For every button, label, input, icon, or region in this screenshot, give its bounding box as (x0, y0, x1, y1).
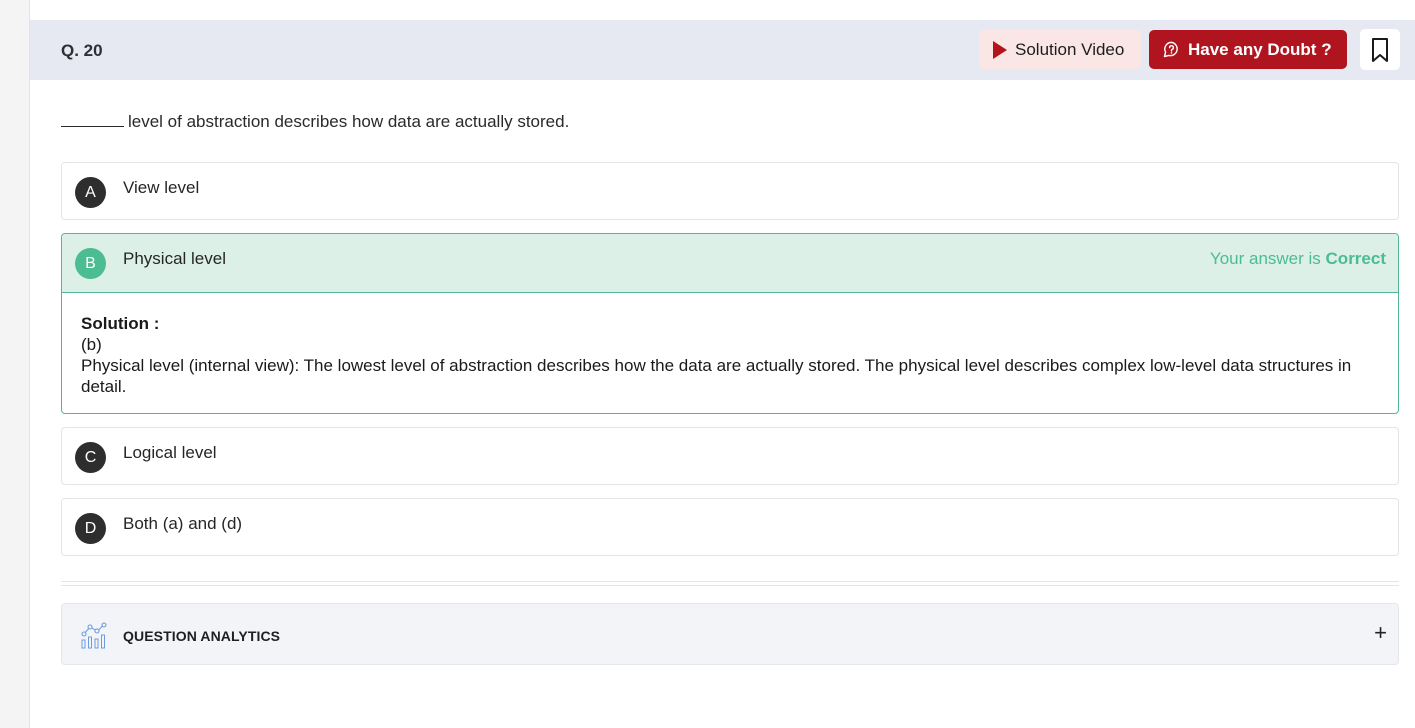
top-strip (30, 0, 1415, 21)
option-text: Physical level (123, 249, 226, 268)
option-d[interactable]: D Both (a) and (d) (61, 498, 1399, 556)
question-text: level of abstraction describes how data … (61, 112, 569, 132)
option-letter-badge: A (75, 177, 106, 208)
bookmark-icon (1372, 37, 1388, 62)
fill-blank-line (61, 125, 124, 127)
option-letter-badge: B (75, 248, 106, 279)
solution-video-label: Solution Video (1015, 39, 1125, 59)
answer-result-prefix: Your answer is (1209, 249, 1321, 268)
option-b-header: B Physical level Your answer is Correct (62, 234, 1398, 293)
bookmark-button[interactable] (1360, 29, 1400, 70)
answer-result-status: Correct (1325, 249, 1386, 268)
question-statement: level of abstraction describes how data … (128, 112, 570, 131)
option-text: View level (123, 178, 200, 197)
question-number: Q. 20 (61, 41, 103, 60)
option-c[interactable]: C Logical level (61, 427, 1399, 485)
option-b-selected[interactable]: B Physical level Your answer is Correct … (61, 233, 1399, 414)
question-header: Q. 20 Solution Video Have any Doubt ? (30, 20, 1415, 80)
solution-block: Solution : (b) Physical level (internal … (81, 313, 1378, 397)
question-bubble-icon (1163, 41, 1178, 58)
option-a[interactable]: A View level (61, 162, 1399, 220)
option-text: Logical level (123, 443, 217, 462)
answer-result: Your answer is Correct (1210, 249, 1386, 269)
solution-answer: (b) (81, 335, 102, 354)
plus-icon[interactable]: + (1374, 622, 1387, 644)
section-divider (61, 581, 1399, 586)
analytics-chart-icon (81, 622, 107, 649)
solution-title: Solution : (81, 314, 160, 333)
play-icon (993, 40, 1007, 59)
option-text: Both (a) and (d) (123, 514, 243, 533)
solution-explanation: Physical level (internal view): The lowe… (81, 356, 1352, 396)
have-doubt-label: Have any Doubt ? (1188, 39, 1332, 59)
analytics-title: QUESTION ANALYTICS (123, 628, 281, 644)
have-doubt-button[interactable]: Have any Doubt ? (1149, 30, 1347, 69)
option-letter-badge: D (75, 513, 106, 544)
solution-video-button[interactable]: Solution Video (979, 30, 1141, 69)
option-letter-badge: C (75, 442, 106, 473)
left-gutter (0, 0, 30, 728)
question-analytics-panel[interactable]: QUESTION ANALYTICS + (61, 603, 1399, 665)
